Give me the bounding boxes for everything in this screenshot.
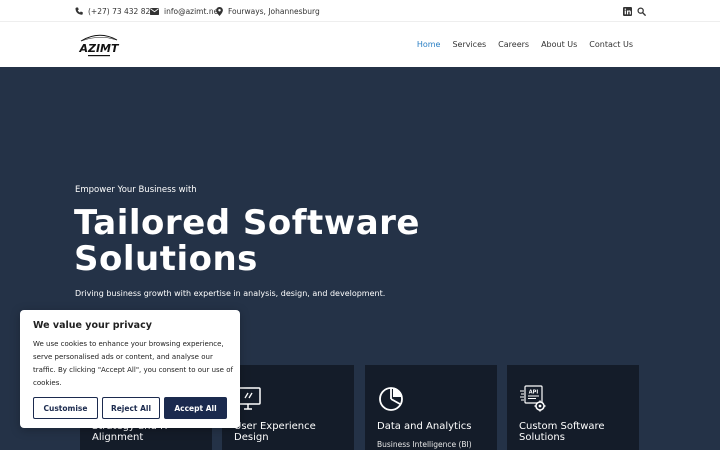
email-address: info@azimt.net: [164, 6, 222, 16]
cookie-title: We value your privacy: [33, 320, 152, 331]
card-title: Data and Analytics: [377, 421, 472, 432]
nav-services[interactable]: Services: [452, 40, 486, 49]
card-subtitle: Business Intelligence (BI): [377, 440, 472, 449]
api-label: API: [529, 390, 539, 396]
card-title: Custom Software Solutions: [519, 421, 605, 443]
search-icon[interactable]: [637, 6, 646, 16]
customise-button[interactable]: Customise: [33, 397, 98, 419]
service-card-custom-software[interactable]: API Custom Software Solutions: [507, 365, 639, 450]
reject-all-button[interactable]: Reject All: [102, 397, 160, 419]
phone-icon: [75, 7, 83, 15]
azimt-logo[interactable]: AZIMT: [78, 30, 120, 60]
location-contact: Fourways, Johannesburg: [216, 5, 320, 17]
main-navigation: Home Services Careers About Us Contact U…: [405, 22, 633, 67]
service-card-data[interactable]: Data and Analytics Business Intelligence…: [365, 365, 497, 450]
pie-chart-icon: [379, 387, 403, 411]
nav-about-us[interactable]: About Us: [541, 40, 577, 49]
email-contact[interactable]: info@azimt.net: [150, 5, 221, 17]
service-card-ux[interactable]: User Experience Design: [222, 365, 354, 450]
card-title: User Experience Design: [234, 421, 316, 443]
location-text: Fourways, Johannesburg: [228, 6, 320, 16]
accept-all-button[interactable]: Accept All: [164, 397, 227, 419]
nav-careers[interactable]: Careers: [498, 40, 529, 49]
phone-number: (+27) 73 432 8202: [88, 6, 160, 16]
nav-home[interactable]: Home: [417, 40, 441, 49]
logo-text: AZIMT: [78, 42, 120, 55]
hero-kicker: Empower Your Business with: [75, 185, 197, 195]
api-gear-icon: API: [520, 385, 546, 412]
top-contact-bar: (+27) 73 432 8202 info@azimt.net Fourway…: [0, 0, 720, 22]
map-pin-icon: [216, 6, 223, 16]
phone-contact[interactable]: (+27) 73 432 8202: [75, 5, 160, 17]
cookie-description: We use cookies to enhance your browsing …: [33, 340, 233, 387]
site-header: AZIMT Home Services Careers About Us Con…: [0, 22, 720, 67]
nav-contact-us[interactable]: Contact Us: [589, 40, 633, 49]
cookie-consent-dialog: We value your privacy We use cookies to …: [20, 310, 240, 428]
linkedin-icon[interactable]: [623, 6, 632, 16]
hero-title: Tailored Software Solutions: [74, 203, 420, 279]
envelope-icon: [150, 7, 159, 15]
hero-subtitle: Driving business growth with expertise i…: [75, 289, 386, 298]
